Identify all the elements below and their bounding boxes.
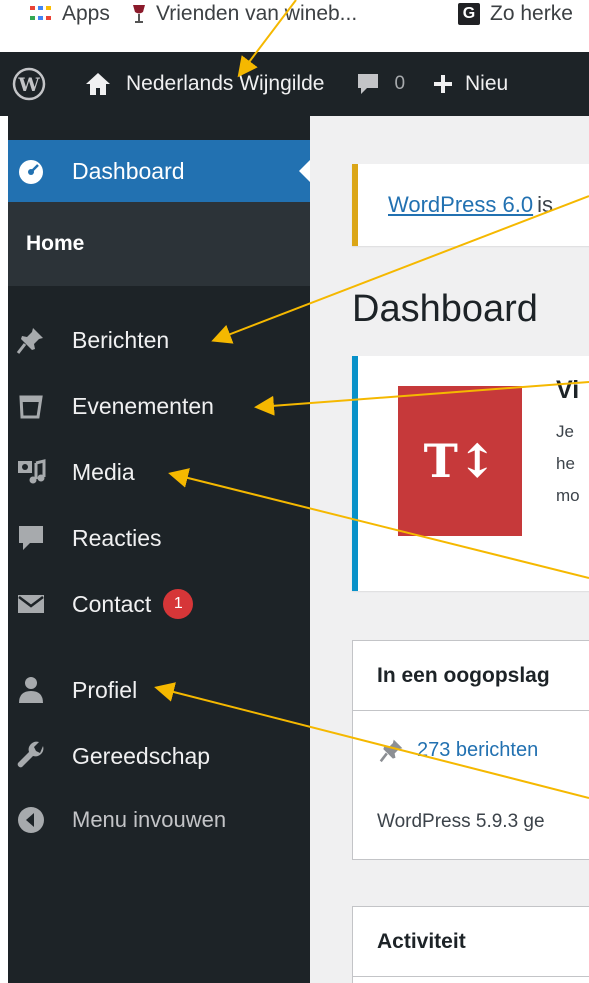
collapse-menu-button[interactable]: Menu invouwen <box>8 796 310 844</box>
sidebar-item-label: Profiel <box>72 676 138 703</box>
dashboard-gauge-icon <box>16 156 46 186</box>
comment-icon <box>358 74 379 94</box>
sidebar-item-gereedschap[interactable]: Gereedschap <box>8 732 310 780</box>
site-name-link[interactable]: Nederlands Wijngilde <box>84 52 324 116</box>
wine-glass-icon <box>133 5 145 23</box>
widget-title[interactable]: Activiteit <box>353 907 589 977</box>
posts-count-label: 273 berichten <box>417 738 539 761</box>
svg-text:W: W <box>17 74 40 96</box>
welcome-text-line: mo <box>556 486 580 505</box>
apps-grid-icon <box>30 6 52 22</box>
dashboard-submenu: Home <box>8 202 310 286</box>
sidebar-item-label: Contact <box>72 590 152 617</box>
admin-sidebar: Dashboard Home Berichten Evenementen Med… <box>8 116 311 983</box>
collapse-arrow-icon <box>16 805 46 835</box>
sidebar-item-reacties[interactable]: Reacties <box>8 514 310 562</box>
submenu-item-home[interactable]: Home <box>26 232 84 256</box>
user-icon <box>16 675 46 705</box>
theme-logo: T↕ <box>398 386 522 536</box>
wrench-icon <box>16 741 46 771</box>
wp-admin-bar: W Nederlands Wijngilde 0 Nieu <box>0 52 589 116</box>
home-icon <box>86 73 110 95</box>
bookmark-label: Apps <box>62 2 110 25</box>
sidebar-item-berichten[interactable]: Berichten <box>8 316 310 364</box>
update-link[interactable]: WordPress 6.0 <box>388 192 533 218</box>
notice-text: is <box>537 192 553 217</box>
media-icon <box>16 457 46 487</box>
sidebar-item-media[interactable]: Media <box>8 448 310 496</box>
sidebar-item-label: Media <box>72 458 135 485</box>
main-content: WordPress 6.0 is Dashboard T↕ Vi Je he m… <box>310 116 589 983</box>
wp-version-text: WordPress 5.9.3 ge <box>377 811 545 832</box>
bookmark-label: Zo herke <box>490 2 573 25</box>
welcome-panel: T↕ Vi Je he mo <box>352 356 589 591</box>
plus-icon <box>434 75 453 93</box>
site-name: Nederlands Wijngilde <box>126 72 325 95</box>
sidebar-item-label: Reacties <box>72 524 162 551</box>
pushpin-icon <box>379 739 403 763</box>
calendar-icon <box>16 391 46 421</box>
page-title: Dashboard <box>352 288 538 330</box>
sidebar-item-contact[interactable]: Contact 1 <box>8 580 310 628</box>
collapse-label: Menu invouwen <box>72 807 227 832</box>
sidebar-item-dashboard[interactable]: Dashboard <box>8 140 311 202</box>
bookmark-label: Vrienden van wineb... <box>156 2 358 25</box>
new-content-link[interactable]: Nieu <box>433 52 508 116</box>
comments-link[interactable]: 0 <box>356 52 405 116</box>
sidebar-item-label: Evenementen <box>72 392 214 419</box>
sidebar-item-label: Dashboard <box>72 157 185 184</box>
bookmarks-bar: Apps Vrienden van wineb... G Zo herke <box>0 0 589 44</box>
sidebar-item-label: Berichten <box>72 326 170 353</box>
new-label: Nieu <box>465 72 509 95</box>
widget-title[interactable]: In een oogopslag <box>353 641 589 711</box>
contact-count-badge: 1 <box>163 589 194 619</box>
pushpin-icon <box>16 325 46 355</box>
comments-count: 0 <box>394 73 406 94</box>
posts-count-link[interactable]: 273 berichten <box>379 737 538 763</box>
activity-widget: Activiteit <box>352 906 589 983</box>
wordpress-logo-icon: W <box>12 67 46 101</box>
sidebar-item-evenementen[interactable]: Evenementen <box>8 382 310 430</box>
g-icon: G <box>458 3 480 25</box>
welcome-text-line: he <box>556 454 575 473</box>
sidebar-item-label: Gereedschap <box>72 742 211 769</box>
bookmark-zo-herkennen[interactable]: G Zo herke <box>458 0 573 34</box>
envelope-icon <box>16 589 46 619</box>
welcome-title: Vi <box>556 376 580 404</box>
at-a-glance-widget: In een oogopslag 273 berichten WordPress… <box>352 640 589 860</box>
comment-icon <box>16 523 46 553</box>
wordpress-logo-button[interactable]: W <box>0 52 70 116</box>
welcome-text-line: Je <box>556 422 574 441</box>
bookmark-vrienden[interactable]: Vrienden van wineb... <box>132 0 357 34</box>
sidebar-item-profiel[interactable]: Profiel <box>8 666 310 714</box>
update-notice: WordPress 6.0 is <box>352 164 589 246</box>
bookmark-apps[interactable]: Apps <box>30 0 110 34</box>
